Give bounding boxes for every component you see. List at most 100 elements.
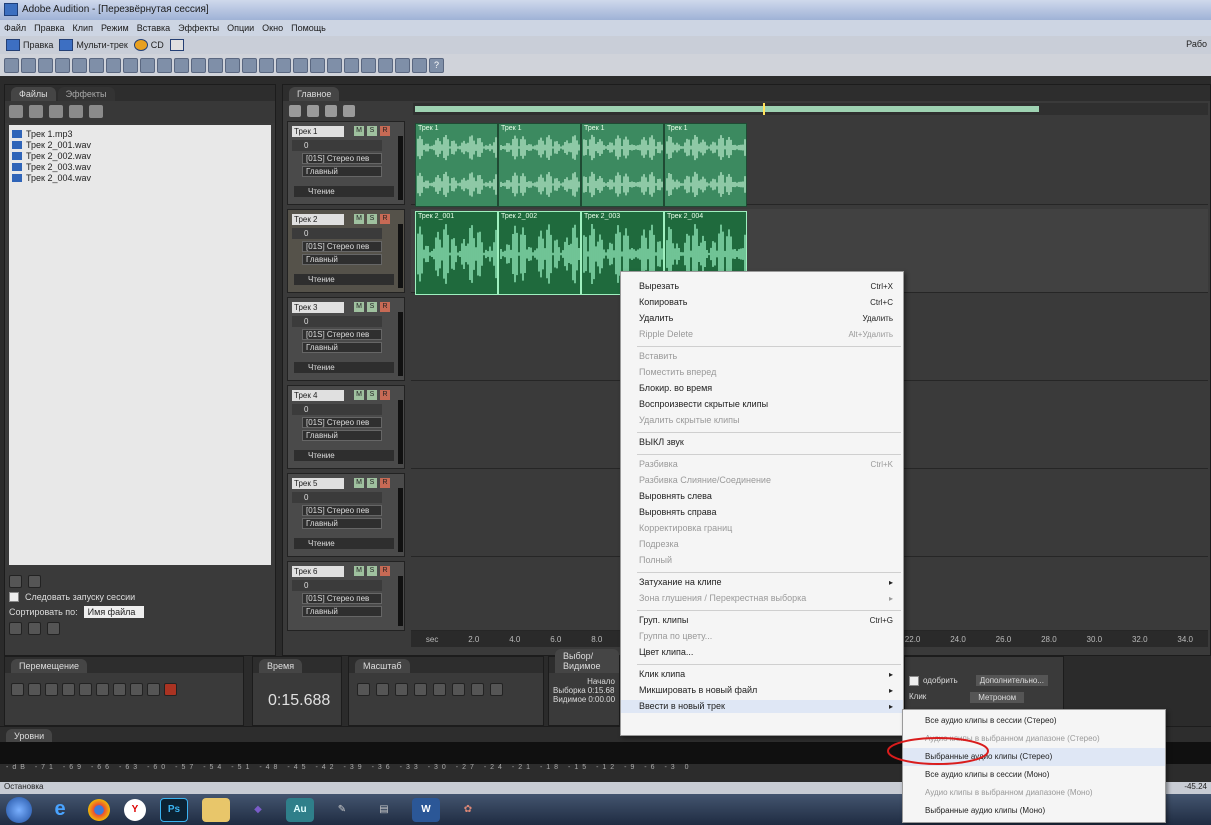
spectral-icon[interactable] <box>344 57 359 73</box>
workspace-label[interactable]: Рабо <box>1186 39 1207 49</box>
approve-checkbox[interactable] <box>909 675 919 686</box>
selection-value[interactable]: 0:15.68 <box>588 686 615 695</box>
file-item[interactable]: Трек 2_003.wav <box>12 161 268 172</box>
zoom-out-h-icon[interactable] <box>376 683 389 696</box>
edit-view-button[interactable]: Правка <box>6 39 53 51</box>
mix-icon[interactable] <box>191 57 206 73</box>
video-icon[interactable] <box>395 57 410 73</box>
grid-icon[interactable] <box>276 57 291 73</box>
sort-select[interactable]: Имя файла <box>83 606 144 618</box>
zoom-out-v-icon[interactable] <box>490 683 503 696</box>
follow-checkbox[interactable] <box>9 592 19 602</box>
volume-icon[interactable] <box>28 575 41 588</box>
start-icon[interactable] <box>6 796 32 823</box>
fx-icon[interactable] <box>307 105 319 117</box>
track-output-select[interactable]: Главный <box>302 166 382 177</box>
multitrack-view-button[interactable]: Мульти-трек <box>59 39 128 51</box>
view-thumbs-icon[interactable] <box>47 622 60 635</box>
stop-icon[interactable] <box>11 683 24 696</box>
tab-time[interactable]: Время <box>259 659 303 673</box>
file-item[interactable]: Трек 2_001.wav <box>12 139 268 150</box>
menu-help[interactable]: Помощь <box>291 23 326 33</box>
tab-selection[interactable]: Выбор/Видимое <box>555 649 619 673</box>
file-item[interactable]: Трек 1.mp3 <box>12 128 268 139</box>
submenu-item[interactable]: Выбранные аудио клипы (Моно) <box>903 802 1165 820</box>
context-menu-item[interactable]: Воспроизвести скрытые клипы <box>621 398 903 411</box>
go-start-icon[interactable] <box>96 683 109 696</box>
play-view-icon[interactable] <box>79 683 92 696</box>
photoshop-icon[interactable]: Ps <box>160 797 188 822</box>
record-arm-button[interactable]: R <box>380 302 390 312</box>
track-name-field[interactable]: Трек 6 <box>292 566 344 577</box>
save-icon[interactable] <box>72 57 87 73</box>
play-file-icon[interactable] <box>89 105 103 118</box>
context-menu-item[interactable]: Груп. клипы Ctrl+G <box>621 614 903 627</box>
tab-main[interactable]: Главное <box>289 87 340 101</box>
paste-icon[interactable] <box>174 57 189 73</box>
menu-file[interactable]: Файл <box>4 23 26 33</box>
tab-files[interactable]: Файлы <box>11 87 56 101</box>
track-output-select[interactable]: Главный <box>302 518 382 529</box>
record-icon[interactable] <box>164 683 177 696</box>
metronome-icon[interactable] <box>259 57 274 73</box>
tab-transport[interactable]: Перемещение <box>11 659 87 673</box>
record-arm-button[interactable]: R <box>380 214 390 224</box>
solo-button[interactable]: S <box>367 390 377 400</box>
zoom-in-h-icon[interactable] <box>357 683 370 696</box>
track-name-field[interactable]: Трек 4 <box>292 390 344 401</box>
record-arm-button[interactable]: R <box>380 566 390 576</box>
menu-mode[interactable]: Режим <box>101 23 129 33</box>
track-input-select[interactable]: [01S] Стерео пев <box>302 593 382 604</box>
pause-icon[interactable] <box>45 683 58 696</box>
solo-button[interactable]: S <box>367 478 377 488</box>
mute-button[interactable]: M <box>354 390 364 400</box>
import-file-icon[interactable] <box>9 105 23 118</box>
copy-icon[interactable] <box>157 57 172 73</box>
loop-icon[interactable] <box>242 57 257 73</box>
zoom-full-icon[interactable] <box>395 683 408 696</box>
ie-icon[interactable]: e <box>46 798 74 822</box>
track-volume[interactable]: 0 <box>292 140 382 151</box>
track-name-field[interactable]: Трек 5 <box>292 478 344 489</box>
zoom-icon[interactable] <box>310 57 325 73</box>
track-input-select[interactable]: [01S] Стерео пев <box>302 505 382 516</box>
lock-icon[interactable] <box>361 57 376 73</box>
solo-button[interactable]: S <box>367 566 377 576</box>
track-volume[interactable]: 0 <box>292 316 382 327</box>
edit-file-icon[interactable] <box>69 105 83 118</box>
tab-zoom[interactable]: Масштаб <box>355 659 410 673</box>
context-menu-item[interactable]: Копировать Ctrl+C <box>621 296 903 309</box>
help-icon[interactable]: ? <box>429 57 444 73</box>
zoom-right-icon[interactable] <box>452 683 465 696</box>
track-volume[interactable]: 0 <box>292 492 382 503</box>
mute-button[interactable]: M <box>354 302 364 312</box>
track-volume[interactable]: 0 <box>292 228 382 239</box>
import-icon[interactable] <box>55 57 70 73</box>
zoom-sel-icon[interactable] <box>414 683 427 696</box>
record-arm-button[interactable]: R <box>380 478 390 488</box>
word-icon[interactable]: W <box>412 797 440 822</box>
cd-view-button[interactable]: CD <box>133 39 164 51</box>
audio-clip[interactable]: Трек 1 <box>581 123 664 207</box>
input-icon[interactable] <box>325 105 337 117</box>
context-menu-item[interactable]: Микшировать в новый файл ▸ <box>621 684 903 697</box>
track-automation-mode[interactable]: Чтение <box>294 186 394 197</box>
mute-button[interactable]: M <box>354 566 364 576</box>
go-end-icon[interactable] <box>147 683 160 696</box>
close-file-icon[interactable] <box>29 105 43 118</box>
yandex-icon[interactable]: Y <box>124 798 146 821</box>
track-name-field[interactable]: Трек 3 <box>292 302 344 313</box>
menu-insert[interactable]: Вставка <box>137 23 170 33</box>
audio-clip[interactable]: Трек 2_002 <box>498 211 581 295</box>
fast-forward-icon[interactable] <box>130 683 143 696</box>
tab-levels[interactable]: Уровни <box>6 729 53 743</box>
marker-icon[interactable] <box>293 57 308 73</box>
track-automation-mode[interactable]: Чтение <box>294 274 394 285</box>
tracks-icon[interactable] <box>327 57 342 73</box>
context-menu-item[interactable]: Цвет клипа... <box>621 646 903 659</box>
context-menu-item[interactable]: Клик клипа ▸ <box>621 668 903 681</box>
track-automation-mode[interactable]: Чтение <box>294 362 394 373</box>
insert-icon[interactable] <box>49 105 63 118</box>
solo-button[interactable]: S <box>367 126 377 136</box>
submenu-item[interactable]: Все аудио клипы в сессии (Моно) <box>903 766 1165 784</box>
